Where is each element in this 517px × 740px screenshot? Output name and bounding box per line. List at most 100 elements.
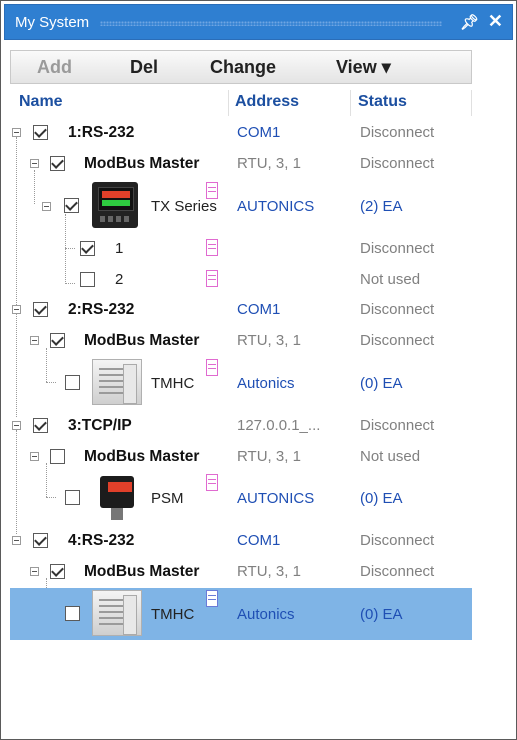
collapse-toggle[interactable] xyxy=(12,421,21,430)
del-button[interactable]: Del xyxy=(130,57,158,78)
row-status: Disconnect xyxy=(360,240,435,257)
memory-map-icon[interactable] xyxy=(206,270,218,287)
row-checkbox[interactable] xyxy=(33,418,48,433)
row-checkbox[interactable] xyxy=(64,198,79,213)
row-checkbox[interactable] xyxy=(80,241,95,256)
row-address: AUTONICS xyxy=(237,198,315,215)
toolbar: Add Del Change View ▾ xyxy=(10,50,472,84)
pin-icon[interactable]: 📌︎ xyxy=(460,13,479,31)
collapse-toggle[interactable] xyxy=(42,202,51,211)
tree-row-device[interactable]: PSM AUTONICS (0) EA xyxy=(10,472,472,524)
row-name: 3:TCP/IP xyxy=(68,417,132,434)
tx-series-controller-icon xyxy=(92,182,138,228)
row-address: COM1 xyxy=(237,532,281,549)
psm-sensor-icon xyxy=(97,474,137,520)
row-name: ModBus Master xyxy=(84,563,200,580)
memory-map-icon[interactable] xyxy=(206,239,218,256)
row-name: ModBus Master xyxy=(84,155,200,172)
row-name: 2 xyxy=(115,271,124,288)
row-status: Disconnect xyxy=(360,532,435,549)
row-checkbox[interactable] xyxy=(65,375,80,390)
column-divider xyxy=(471,90,472,116)
view-menu-button[interactable]: View ▾ xyxy=(336,57,391,78)
row-name: 1 xyxy=(115,240,124,257)
row-checkbox[interactable] xyxy=(50,564,65,579)
row-address: RTU, 3, 1 xyxy=(237,332,301,349)
tree-row-device[interactable]: TX Series AUTONICS (2) EA xyxy=(10,180,472,232)
tree-row-protocol[interactable]: ModBus Master RTU, 3, 1 Disconnect xyxy=(10,325,472,356)
collapse-toggle[interactable] xyxy=(12,128,21,137)
tree-row-port[interactable]: 1:RS-232 COM1 Disconnect xyxy=(10,117,472,148)
row-status: Disconnect xyxy=(360,155,435,172)
row-address: COM1 xyxy=(237,301,281,318)
row-status: Disconnect xyxy=(360,301,435,318)
row-status: Not used xyxy=(360,448,421,465)
row-name: 2:RS-232 xyxy=(68,301,135,318)
column-header-address[interactable]: Address xyxy=(235,93,299,111)
memory-map-icon[interactable] xyxy=(206,359,218,376)
tree-row-device[interactable]: TMHC Autonics (0) EA xyxy=(10,357,472,409)
row-address: 127.0.0.1_... xyxy=(237,417,321,434)
tmhc-controller-icon xyxy=(92,359,142,405)
row-checkbox[interactable] xyxy=(50,449,65,464)
row-status: (0) EA xyxy=(360,490,403,507)
collapse-toggle[interactable] xyxy=(30,159,39,168)
tree-row-port[interactable]: 4:RS-232 COM1 Disconnect xyxy=(10,525,472,556)
memory-map-icon[interactable] xyxy=(206,474,218,491)
row-address: COM1 xyxy=(237,124,281,141)
column-header-status[interactable]: Status xyxy=(358,93,407,111)
tree-row-protocol[interactable]: ModBus Master RTU, 3, 1 Disconnect xyxy=(10,148,472,179)
row-name: ModBus Master xyxy=(84,332,200,349)
row-status: Disconnect xyxy=(360,417,435,434)
row-status: Disconnect xyxy=(360,563,435,580)
row-name: TMHC xyxy=(151,375,195,392)
add-button[interactable]: Add xyxy=(37,57,72,78)
row-status: Disconnect xyxy=(360,124,435,141)
row-name: ModBus Master xyxy=(84,448,200,465)
panel-title: My System xyxy=(15,14,90,31)
tmhc-controller-icon xyxy=(92,590,142,636)
collapse-toggle[interactable] xyxy=(30,452,39,461)
column-divider xyxy=(228,90,229,116)
row-checkbox[interactable] xyxy=(33,533,48,548)
row-address: RTU, 3, 1 xyxy=(237,448,301,465)
row-checkbox[interactable] xyxy=(33,125,48,140)
tree-row-protocol[interactable]: ModBus Master RTU, 3, 1 Disconnect xyxy=(10,556,472,587)
tree-row-port[interactable]: 3:TCP/IP 127.0.0.1_... Disconnect xyxy=(10,410,472,441)
close-icon[interactable]: ✕ xyxy=(488,11,503,32)
row-checkbox[interactable] xyxy=(80,272,95,287)
column-divider xyxy=(350,90,351,116)
collapse-toggle[interactable] xyxy=(30,567,39,576)
row-name: 4:RS-232 xyxy=(68,532,135,549)
row-checkbox[interactable] xyxy=(65,606,80,621)
collapse-toggle[interactable] xyxy=(12,305,21,314)
tree-row-protocol[interactable]: ModBus Master RTU, 3, 1 Not used xyxy=(10,441,472,472)
memory-map-icon[interactable] xyxy=(206,182,218,199)
tree-row-port[interactable]: 2:RS-232 COM1 Disconnect xyxy=(10,294,472,325)
tree-row-channel[interactable]: 1 Disconnect xyxy=(10,233,472,264)
tree-row-channel[interactable]: 2 Not used xyxy=(10,264,472,295)
row-status: (2) EA xyxy=(360,198,403,215)
row-checkbox[interactable] xyxy=(33,302,48,317)
row-address: AUTONICS xyxy=(237,490,315,507)
row-checkbox[interactable] xyxy=(50,156,65,171)
row-address: Autonics xyxy=(237,375,295,392)
row-checkbox[interactable] xyxy=(50,333,65,348)
row-checkbox[interactable] xyxy=(65,490,80,505)
collapse-toggle[interactable] xyxy=(12,536,21,545)
row-status: Disconnect xyxy=(360,332,435,349)
panel-title-bar[interactable]: My System 📌︎ ✕ xyxy=(4,4,513,40)
change-button[interactable]: Change xyxy=(210,57,276,78)
memory-map-icon[interactable] xyxy=(206,590,218,607)
row-status: Not used xyxy=(360,271,421,288)
row-name: 1:RS-232 xyxy=(68,124,135,141)
row-address: RTU, 3, 1 xyxy=(237,563,301,580)
tree-row-device-selected[interactable]: TMHC Autonics (0) EA xyxy=(10,588,472,640)
column-header-name[interactable]: Name xyxy=(19,93,63,111)
collapse-toggle[interactable] xyxy=(30,336,39,345)
row-address: Autonics xyxy=(237,606,295,623)
row-address: RTU, 3, 1 xyxy=(237,155,301,172)
row-name: TX Series xyxy=(151,198,217,215)
row-name: PSM xyxy=(151,490,184,507)
row-name: TMHC xyxy=(151,606,195,623)
